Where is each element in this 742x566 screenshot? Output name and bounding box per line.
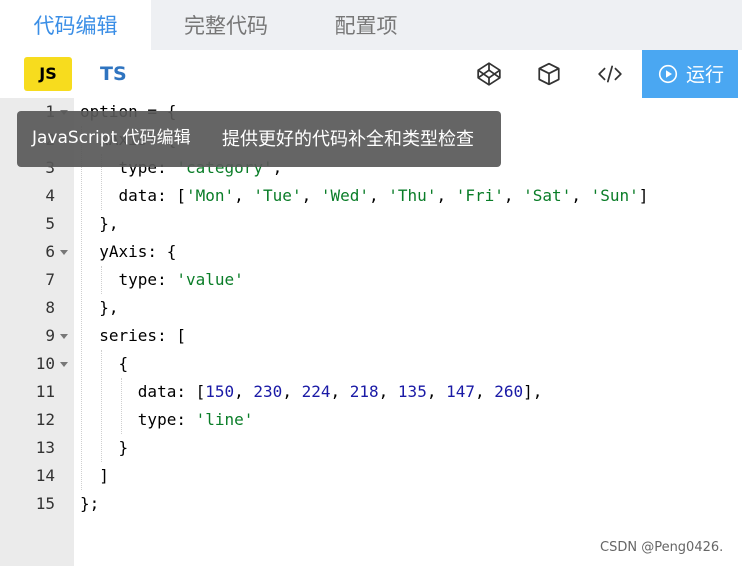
tooltip: JavaScript 代码编辑 提供更好的代码补全和类型检查 bbox=[17, 111, 501, 167]
line-number: 8 bbox=[45, 298, 55, 317]
code-line: series: [ bbox=[80, 326, 186, 345]
js-language-button[interactable]: JS bbox=[24, 57, 72, 91]
tooltip-title: JavaScript 代码编辑 bbox=[32, 128, 191, 148]
line-number: 4 bbox=[45, 186, 55, 205]
line-number: 10 bbox=[35, 354, 55, 373]
code-icon[interactable] bbox=[597, 61, 623, 87]
code-line: type: 'value' bbox=[80, 270, 244, 289]
code-line: yAxis: { bbox=[80, 242, 177, 261]
line-number: 12 bbox=[35, 410, 55, 429]
run-button[interactable]: 运行 bbox=[642, 50, 738, 98]
play-circle-icon bbox=[658, 64, 678, 84]
tab-full-code[interactable]: 完整代码 bbox=[151, 0, 301, 50]
watermark: CSDN @Peng0426. bbox=[600, 540, 724, 555]
code-line: }; bbox=[80, 494, 100, 513]
tab-bar: 代码编辑 完整代码 配置项 bbox=[0, 0, 742, 50]
fold-arrow-icon[interactable] bbox=[60, 334, 68, 339]
line-number: 6 bbox=[45, 242, 55, 261]
code-line: }, bbox=[80, 298, 119, 317]
line-number: 14 bbox=[35, 466, 55, 485]
code-line: } bbox=[80, 438, 129, 457]
code-line: { bbox=[80, 354, 129, 373]
codepen-icon[interactable] bbox=[476, 61, 502, 87]
ts-language-button[interactable]: TS bbox=[100, 57, 127, 91]
code-line: data: [150, 230, 224, 218, 135, 147, 260… bbox=[80, 382, 543, 401]
code-line: data: ['Mon', 'Tue', 'Wed', 'Thu', 'Fri'… bbox=[80, 186, 649, 205]
code-line: }, bbox=[80, 214, 119, 233]
tab-config[interactable]: 配置项 bbox=[301, 0, 431, 50]
line-number: 5 bbox=[45, 214, 55, 233]
run-button-label: 运行 bbox=[686, 64, 725, 86]
tooltip-description: 提供更好的代码补全和类型检查 bbox=[222, 129, 474, 150]
editor-toolbar: JS TS 运行 bbox=[0, 50, 742, 99]
line-number: 7 bbox=[45, 270, 55, 289]
code-line: type: 'line' bbox=[80, 410, 254, 429]
tab-code-edit[interactable]: 代码编辑 bbox=[0, 0, 151, 50]
fold-arrow-icon[interactable] bbox=[60, 362, 68, 367]
line-number: 9 bbox=[45, 326, 55, 345]
line-number: 13 bbox=[35, 438, 55, 457]
cube-icon[interactable] bbox=[536, 61, 562, 87]
line-number: 11 bbox=[35, 382, 55, 401]
fold-arrow-icon[interactable] bbox=[60, 250, 68, 255]
line-number: 15 bbox=[35, 494, 55, 513]
code-line: ] bbox=[80, 466, 109, 485]
